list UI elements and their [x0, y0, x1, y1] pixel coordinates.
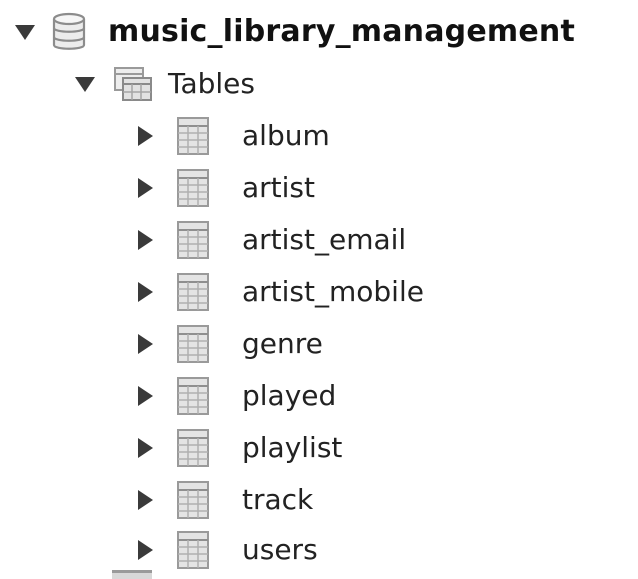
schema-name: music_library_management [108, 14, 576, 49]
table-name: users [242, 533, 318, 566]
table-icon [174, 478, 212, 522]
table-node-playlist[interactable]: playlist [132, 424, 342, 472]
table-node-artist[interactable]: artist [132, 164, 315, 212]
tables-folder-node[interactable]: Tables [72, 60, 255, 108]
table-name: artist_email [242, 223, 407, 256]
expand-arrow-right-icon[interactable] [132, 227, 158, 253]
database-icon [51, 12, 87, 52]
expand-arrow-right-icon[interactable] [132, 383, 158, 409]
table-icon [174, 528, 212, 572]
schema-node[interactable]: music_library_management [12, 8, 575, 56]
table-icon [174, 374, 212, 418]
expand-arrow-down-icon[interactable] [72, 71, 98, 97]
table-name: genre [242, 327, 323, 360]
tables-folder-label: Tables [168, 67, 255, 100]
table-name: track [242, 483, 314, 516]
expand-arrow-right-icon[interactable] [132, 435, 158, 461]
table-name: album [242, 119, 330, 152]
table-icon [174, 322, 212, 366]
table-node-artist-mobile[interactable]: artist_mobile [132, 268, 424, 316]
expand-arrow-right-icon[interactable] [132, 331, 158, 357]
table-node-artist-email[interactable]: artist_email [132, 216, 406, 264]
schema-navigator-tree: music_library_management Tables album ar… [0, 0, 638, 579]
table-name: artist_mobile [242, 275, 424, 308]
expand-arrow-right-icon[interactable] [132, 175, 158, 201]
expand-arrow-right-icon[interactable] [132, 487, 158, 513]
table-icon [174, 166, 212, 210]
table-icon [174, 426, 212, 470]
table-node-users[interactable]: users [132, 526, 318, 574]
expand-arrow-right-icon[interactable] [132, 123, 158, 149]
expand-arrow-down-icon[interactable] [12, 19, 38, 45]
table-node-genre[interactable]: genre [132, 320, 323, 368]
table-name: played [242, 379, 337, 412]
table-name: playlist [242, 431, 343, 464]
table-node-album[interactable]: album [132, 112, 330, 160]
tables-folder-icon [110, 63, 156, 105]
expand-arrow-right-icon[interactable] [132, 537, 158, 563]
table-icon [174, 218, 212, 262]
table-node-played[interactable]: played [132, 372, 336, 420]
expand-arrow-right-icon[interactable] [132, 279, 158, 305]
table-icon [174, 114, 212, 158]
next-folder-icon-partial [112, 570, 152, 579]
table-icon [174, 270, 212, 314]
table-node-track[interactable]: track [132, 476, 313, 524]
table-name: artist [242, 171, 315, 204]
